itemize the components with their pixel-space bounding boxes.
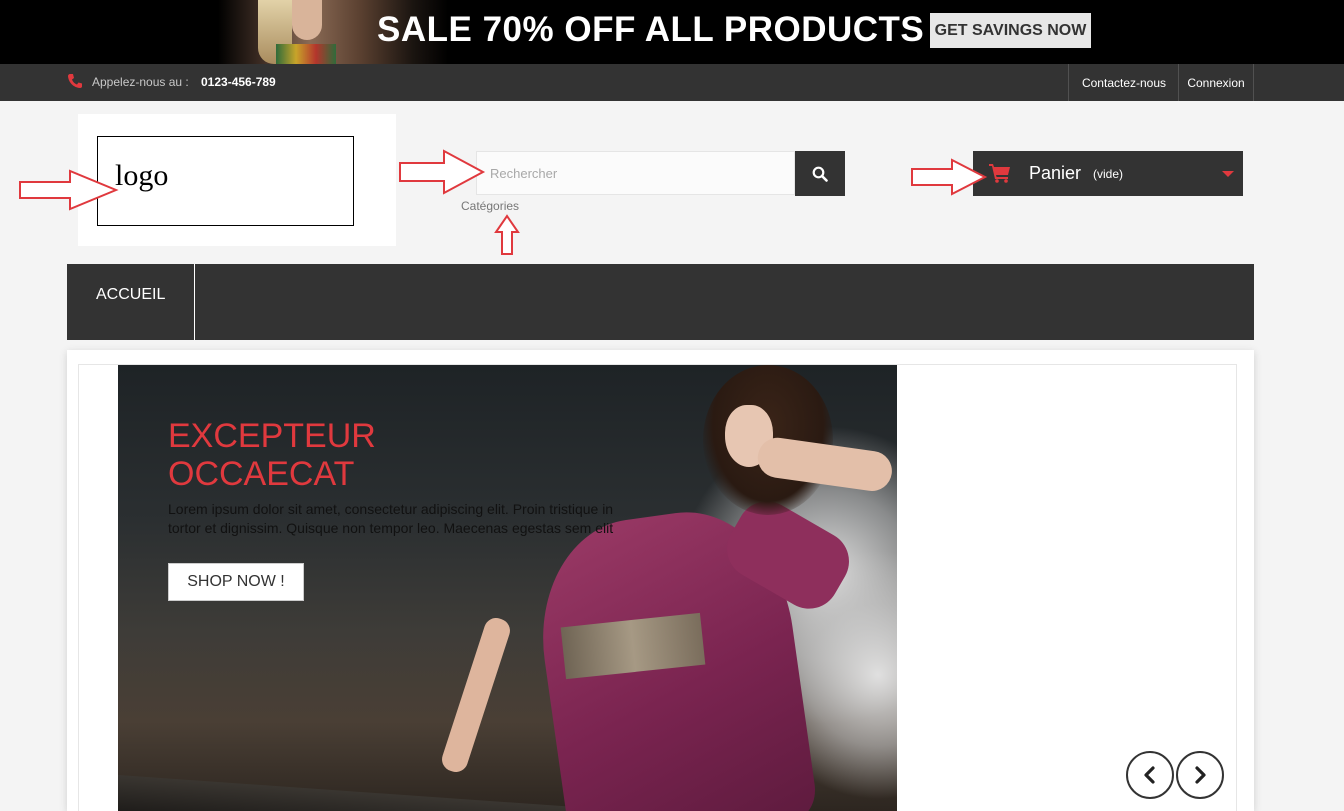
search-button[interactable] <box>795 151 845 196</box>
annotation-arrow-icon <box>494 214 520 255</box>
model-arm <box>438 614 514 776</box>
logo-link[interactable]: logo <box>97 136 354 226</box>
phone-number: 0123-456-789 <box>201 75 276 89</box>
main-menu: ACCUEIL <box>67 264 1254 340</box>
slide-text: Lorem ipsum dolor sit amet, consectetur … <box>168 501 614 536</box>
get-savings-button[interactable]: GET SAVINGS NOW <box>930 13 1091 48</box>
login-link[interactable]: Connexion <box>1178 64 1254 101</box>
caret-down-icon <box>1222 171 1234 177</box>
cart-icon <box>989 164 1010 183</box>
search-input[interactable] <box>476 151 795 195</box>
search-icon <box>812 166 828 182</box>
promo-model-dress <box>276 44 336 64</box>
promo-title: SALE 70% OFF ALL PRODUCTS <box>377 10 925 49</box>
categories-link[interactable]: Catégories <box>461 199 519 213</box>
annotation-arrow-icon <box>19 169 119 211</box>
cart-label: Panier <box>1029 163 1082 183</box>
promo-banner[interactable]: SALE 70% OFF ALL PRODUCTS GET SAVINGS NO… <box>0 0 1344 64</box>
top-nav-bar: Appelez-nous au : 0123-456-789 Contactez… <box>0 64 1344 101</box>
logo: logo <box>115 159 169 192</box>
cart-status: (vide) <box>1093 167 1124 181</box>
chevron-left-icon <box>1144 766 1155 784</box>
shop-now-button[interactable]: SHOP NOW ! <box>168 563 304 601</box>
menu-item-label: ACCUEIL <box>96 286 166 303</box>
cart-block[interactable]: Panier (vide) <box>973 151 1243 196</box>
promo-model-face <box>292 0 322 40</box>
slide-image[interactable]: EXCEPTEUR OCCAECAT Lorem ipsum dolor sit… <box>118 365 897 811</box>
slider-next-button[interactable] <box>1176 751 1224 799</box>
rail-decoration <box>118 775 567 811</box>
contact-link[interactable]: Contactez-nous <box>1068 64 1179 101</box>
phone-icon <box>68 74 82 88</box>
annotation-arrow-icon <box>911 158 988 196</box>
phone-label: Appelez-nous au : <box>92 75 189 89</box>
slider-prev-button[interactable] <box>1126 751 1174 799</box>
chevron-right-icon <box>1195 766 1206 784</box>
annotation-arrow-icon <box>399 149 486 195</box>
slide-title: EXCEPTEUR OCCAECAT <box>168 417 376 493</box>
menu-item-home[interactable]: ACCUEIL <box>67 264 195 340</box>
